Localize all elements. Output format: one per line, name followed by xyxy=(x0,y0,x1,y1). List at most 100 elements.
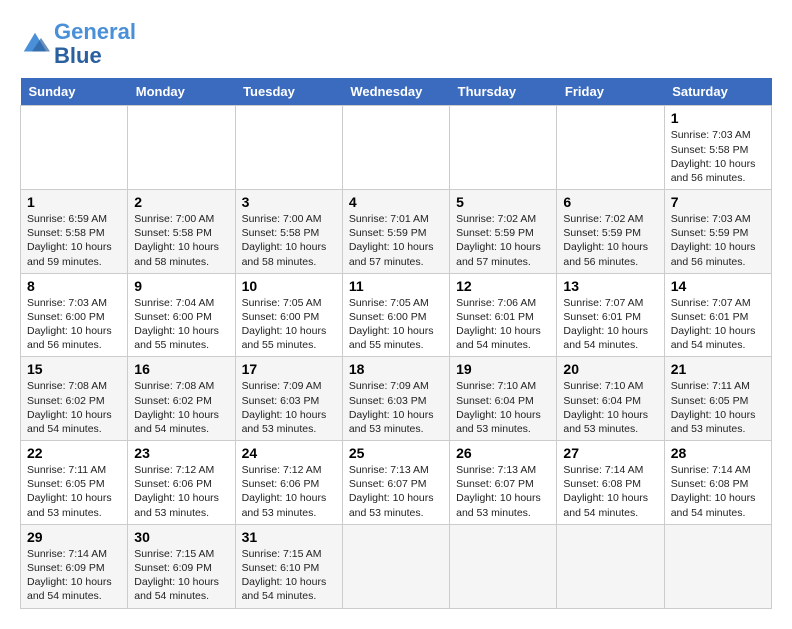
calendar-cell: 20 Sunrise: 7:10 AMSunset: 6:04 PMDaylig… xyxy=(557,357,664,441)
calendar-header-friday: Friday xyxy=(557,78,664,106)
day-number: 30 xyxy=(134,529,228,545)
day-number: 24 xyxy=(242,445,336,461)
day-number: 19 xyxy=(456,361,550,377)
day-number: 22 xyxy=(27,445,121,461)
logo: GeneralBlue xyxy=(20,20,136,68)
day-number: 10 xyxy=(242,278,336,294)
calendar-cell xyxy=(128,106,235,190)
calendar-cell: 6 Sunrise: 7:02 AMSunset: 5:59 PMDayligh… xyxy=(557,190,664,274)
calendar-cell: 23 Sunrise: 7:12 AMSunset: 6:06 PMDaylig… xyxy=(128,441,235,525)
day-number: 21 xyxy=(671,361,765,377)
day-number: 23 xyxy=(134,445,228,461)
day-info: Sunrise: 7:14 AMSunset: 6:09 PMDaylight:… xyxy=(27,548,112,603)
day-number: 14 xyxy=(671,278,765,294)
day-info: Sunrise: 7:09 AMSunset: 6:03 PMDaylight:… xyxy=(242,380,327,435)
day-info: Sunrise: 7:03 AMSunset: 5:58 PMDaylight:… xyxy=(671,129,756,184)
calendar-cell: 28 Sunrise: 7:14 AMSunset: 6:08 PMDaylig… xyxy=(664,441,771,525)
calendar-cell: 17 Sunrise: 7:09 AMSunset: 6:03 PMDaylig… xyxy=(235,357,342,441)
day-info: Sunrise: 7:05 AMSunset: 6:00 PMDaylight:… xyxy=(242,297,327,352)
day-info: Sunrise: 7:04 AMSunset: 6:00 PMDaylight:… xyxy=(134,297,219,352)
calendar-cell: 19 Sunrise: 7:10 AMSunset: 6:04 PMDaylig… xyxy=(450,357,557,441)
day-info: Sunrise: 7:11 AMSunset: 6:05 PMDaylight:… xyxy=(27,464,112,519)
calendar-cell: 7 Sunrise: 7:03 AMSunset: 5:59 PMDayligh… xyxy=(664,190,771,274)
calendar-week-2: 1 Sunrise: 6:59 AMSunset: 5:58 PMDayligh… xyxy=(21,190,772,274)
day-number: 4 xyxy=(349,194,443,210)
day-number: 8 xyxy=(27,278,121,294)
calendar-cell xyxy=(235,106,342,190)
calendar-cell xyxy=(342,524,449,608)
calendar-cell: 15 Sunrise: 7:08 AMSunset: 6:02 PMDaylig… xyxy=(21,357,128,441)
calendar-cell: 13 Sunrise: 7:07 AMSunset: 6:01 PMDaylig… xyxy=(557,273,664,357)
day-number: 5 xyxy=(456,194,550,210)
calendar-cell: 1 Sunrise: 7:03 AMSunset: 5:58 PMDayligh… xyxy=(664,106,771,190)
calendar-cell: 8 Sunrise: 7:03 AMSunset: 6:00 PMDayligh… xyxy=(21,273,128,357)
day-info: Sunrise: 7:06 AMSunset: 6:01 PMDaylight:… xyxy=(456,297,541,352)
day-info: Sunrise: 7:01 AMSunset: 5:59 PMDaylight:… xyxy=(349,213,434,268)
calendar-cell xyxy=(342,106,449,190)
calendar-cell: 12 Sunrise: 7:06 AMSunset: 6:01 PMDaylig… xyxy=(450,273,557,357)
calendar-cell: 9 Sunrise: 7:04 AMSunset: 6:00 PMDayligh… xyxy=(128,273,235,357)
calendar-cell xyxy=(557,524,664,608)
day-info: Sunrise: 7:09 AMSunset: 6:03 PMDaylight:… xyxy=(349,380,434,435)
calendar-cell: 24 Sunrise: 7:12 AMSunset: 6:06 PMDaylig… xyxy=(235,441,342,525)
day-number: 6 xyxy=(563,194,657,210)
day-info: Sunrise: 7:10 AMSunset: 6:04 PMDaylight:… xyxy=(563,380,648,435)
day-number: 17 xyxy=(242,361,336,377)
day-info: Sunrise: 7:00 AMSunset: 5:58 PMDaylight:… xyxy=(134,213,219,268)
calendar-header-thursday: Thursday xyxy=(450,78,557,106)
day-number: 26 xyxy=(456,445,550,461)
calendar-cell: 1 Sunrise: 6:59 AMSunset: 5:58 PMDayligh… xyxy=(21,190,128,274)
day-info: Sunrise: 7:07 AMSunset: 6:01 PMDaylight:… xyxy=(671,297,756,352)
day-number: 16 xyxy=(134,361,228,377)
calendar-cell xyxy=(21,106,128,190)
calendar-cell xyxy=(557,106,664,190)
day-number: 3 xyxy=(242,194,336,210)
day-info: Sunrise: 7:14 AMSunset: 6:08 PMDaylight:… xyxy=(671,464,756,519)
calendar-cell: 18 Sunrise: 7:09 AMSunset: 6:03 PMDaylig… xyxy=(342,357,449,441)
day-number: 11 xyxy=(349,278,443,294)
day-info: Sunrise: 7:11 AMSunset: 6:05 PMDaylight:… xyxy=(671,380,756,435)
calendar-cell: 2 Sunrise: 7:00 AMSunset: 5:58 PMDayligh… xyxy=(128,190,235,274)
day-info: Sunrise: 7:14 AMSunset: 6:08 PMDaylight:… xyxy=(563,464,648,519)
day-number: 9 xyxy=(134,278,228,294)
day-info: Sunrise: 7:02 AMSunset: 5:59 PMDaylight:… xyxy=(456,213,541,268)
day-info: Sunrise: 7:12 AMSunset: 6:06 PMDaylight:… xyxy=(242,464,327,519)
calendar-cell: 14 Sunrise: 7:07 AMSunset: 6:01 PMDaylig… xyxy=(664,273,771,357)
calendar-cell: 29 Sunrise: 7:14 AMSunset: 6:09 PMDaylig… xyxy=(21,524,128,608)
day-number: 20 xyxy=(563,361,657,377)
day-info: Sunrise: 7:00 AMSunset: 5:58 PMDaylight:… xyxy=(242,213,327,268)
day-info: Sunrise: 7:15 AMSunset: 6:10 PMDaylight:… xyxy=(242,548,327,603)
calendar-cell: 16 Sunrise: 7:08 AMSunset: 6:02 PMDaylig… xyxy=(128,357,235,441)
calendar-week-5: 22 Sunrise: 7:11 AMSunset: 6:05 PMDaylig… xyxy=(21,441,772,525)
calendar-header-row: SundayMondayTuesdayWednesdayThursdayFrid… xyxy=(21,78,772,106)
day-info: Sunrise: 7:08 AMSunset: 6:02 PMDaylight:… xyxy=(134,380,219,435)
calendar-cell: 25 Sunrise: 7:13 AMSunset: 6:07 PMDaylig… xyxy=(342,441,449,525)
day-info: Sunrise: 7:12 AMSunset: 6:06 PMDaylight:… xyxy=(134,464,219,519)
day-info: Sunrise: 7:13 AMSunset: 6:07 PMDaylight:… xyxy=(349,464,434,519)
day-number: 29 xyxy=(27,529,121,545)
calendar-cell: 11 Sunrise: 7:05 AMSunset: 6:00 PMDaylig… xyxy=(342,273,449,357)
day-info: Sunrise: 7:03 AMSunset: 5:59 PMDaylight:… xyxy=(671,213,756,268)
logo-icon xyxy=(20,29,50,59)
calendar-week-6: 29 Sunrise: 7:14 AMSunset: 6:09 PMDaylig… xyxy=(21,524,772,608)
calendar-cell: 30 Sunrise: 7:15 AMSunset: 6:09 PMDaylig… xyxy=(128,524,235,608)
day-info: Sunrise: 7:02 AMSunset: 5:59 PMDaylight:… xyxy=(563,213,648,268)
calendar-header-monday: Monday xyxy=(128,78,235,106)
calendar-header-sunday: Sunday xyxy=(21,78,128,106)
day-info: Sunrise: 6:59 AMSunset: 5:58 PMDaylight:… xyxy=(27,213,112,268)
calendar-cell: 31 Sunrise: 7:15 AMSunset: 6:10 PMDaylig… xyxy=(235,524,342,608)
day-info: Sunrise: 7:05 AMSunset: 6:00 PMDaylight:… xyxy=(349,297,434,352)
day-number: 12 xyxy=(456,278,550,294)
calendar-week-3: 8 Sunrise: 7:03 AMSunset: 6:00 PMDayligh… xyxy=(21,273,772,357)
day-info: Sunrise: 7:03 AMSunset: 6:00 PMDaylight:… xyxy=(27,297,112,352)
page-header: GeneralBlue xyxy=(20,20,772,68)
day-number: 31 xyxy=(242,529,336,545)
logo-text: GeneralBlue xyxy=(54,20,136,68)
calendar-table: SundayMondayTuesdayWednesdayThursdayFrid… xyxy=(20,78,772,608)
calendar-cell xyxy=(450,106,557,190)
day-number: 15 xyxy=(27,361,121,377)
day-number: 28 xyxy=(671,445,765,461)
calendar-cell xyxy=(450,524,557,608)
calendar-cell: 5 Sunrise: 7:02 AMSunset: 5:59 PMDayligh… xyxy=(450,190,557,274)
day-info: Sunrise: 7:08 AMSunset: 6:02 PMDaylight:… xyxy=(27,380,112,435)
